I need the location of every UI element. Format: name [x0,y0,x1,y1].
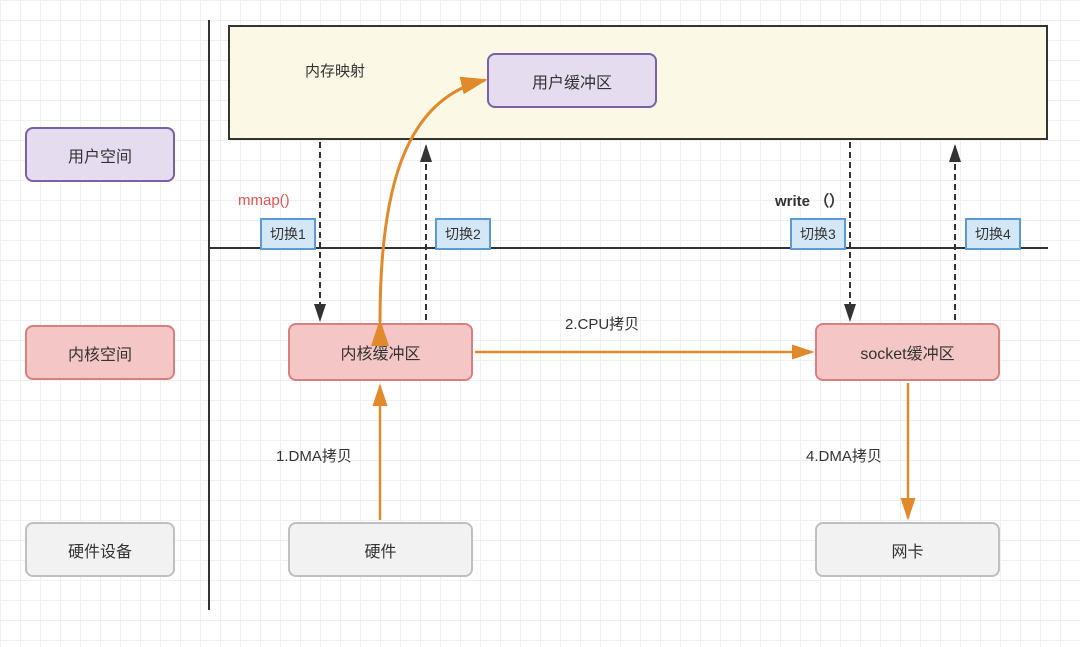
switch3-badge: 切换3 [790,218,846,250]
row-label-user-space: 用户空间 [25,127,175,182]
socket-buffer-text: socket缓冲区 [860,340,954,364]
user-buffer-box: 用户缓冲区 [487,53,657,108]
row-label-kernel-space: 内核空间 [25,325,175,380]
mmap-call-label: mmap() [238,192,290,209]
vertical-divider [208,20,210,610]
switch4-badge: 切换4 [965,218,1021,250]
row-label-user-space-text: 用户空间 [68,143,132,167]
horizontal-divider [208,247,1048,249]
hardware-box: 硬件 [288,522,473,577]
nic-box-text: 网卡 [891,538,923,562]
kernel-buffer-box: 内核缓冲区 [288,323,473,381]
nic-box: 网卡 [815,522,1000,577]
cpu-copy-2-label: 2.CPU拷贝 [565,313,639,334]
hardware-box-text: 硬件 [364,538,396,562]
switch1-badge: 切换1 [260,218,316,250]
mmap-title-label: 内存映射 [305,60,365,81]
row-label-hardware: 硬件设备 [25,522,175,577]
switch2-badge: 切换2 [435,218,491,250]
dma-copy-4-label: 4.DMA拷贝 [806,445,882,466]
dma-copy-1-label: 1.DMA拷贝 [276,445,352,466]
write-call-label: write （） [775,190,844,211]
kernel-buffer-text: 内核缓冲区 [340,340,420,364]
user-buffer-text: 用户缓冲区 [532,69,612,93]
row-label-kernel-space-text: 内核空间 [68,341,132,365]
socket-buffer-box: socket缓冲区 [815,323,1000,381]
row-label-hardware-text: 硬件设备 [68,538,132,562]
